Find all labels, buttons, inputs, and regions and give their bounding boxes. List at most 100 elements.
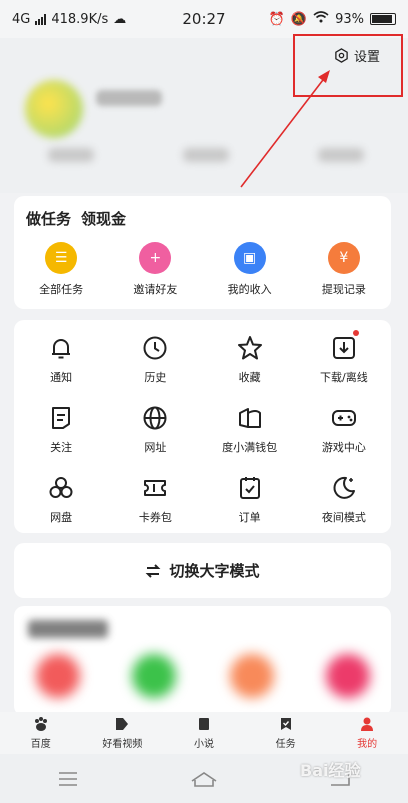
globe-icon: [143, 406, 167, 430]
tool-wallet[interactable]: 度小满钱包: [203, 404, 297, 455]
user-icon: [361, 717, 374, 731]
tool-label: 订单: [238, 511, 261, 524]
tab-novel[interactable]: 小说: [163, 712, 245, 754]
services-card: [14, 606, 391, 716]
task-badge-icon: [280, 718, 291, 730]
big-font-mode-label: 切换大字模式: [169, 562, 260, 580]
network-speed: 418.9K/s: [51, 11, 109, 27]
battery-icon: [370, 13, 396, 25]
profile-header: 设置: [0, 38, 408, 193]
new-badge: [352, 330, 359, 336]
gamepad-icon: [331, 410, 356, 426]
tab-mine[interactable]: 我的: [326, 712, 408, 754]
my-income-button[interactable]: ▣ 我的收入: [203, 242, 297, 297]
tab-label: 任务: [275, 739, 296, 750]
tab-tasks[interactable]: 任务: [245, 712, 327, 754]
tool-urls[interactable]: 网址: [108, 404, 202, 455]
cloud-disk-icon: [49, 477, 73, 498]
avatar[interactable]: [25, 80, 83, 138]
task-label: 邀请好友: [133, 283, 178, 296]
task-card-title: 做任务 领现金: [26, 208, 126, 229]
tool-favorites[interactable]: 收藏: [203, 334, 297, 385]
tool-orders[interactable]: 订单: [203, 474, 297, 525]
bottom-tab-bar: 百度 好看视频 小说 任务 我的: [0, 712, 408, 754]
menu-button[interactable]: [48, 764, 88, 794]
book-icon: [198, 718, 209, 730]
settings-button[interactable]: 设置: [334, 46, 380, 65]
tool-downloads[interactable]: 下载/离线: [297, 330, 391, 385]
task-label: 我的收入: [227, 283, 272, 296]
services-title-blurred: [28, 620, 108, 638]
purse-icon: [238, 408, 261, 428]
service-item-blurred-4[interactable]: [326, 654, 370, 698]
task-label: 全部任务: [39, 283, 84, 296]
tool-label: 历史: [144, 371, 167, 384]
download-icon: [332, 337, 355, 359]
task-label: 提现记录: [321, 283, 366, 296]
tool-game-center[interactable]: 游戏中心: [297, 404, 391, 455]
battery-percent: 93%: [335, 11, 364, 27]
wallet-icon: ▣: [233, 242, 266, 274]
ticket-icon: [144, 480, 167, 496]
video-play-icon: [116, 718, 129, 730]
home-icon: [191, 771, 217, 787]
baidu-paw-icon: [34, 717, 47, 731]
stat-blurred-3[interactable]: [318, 148, 364, 162]
service-item-blurred-1[interactable]: [36, 654, 80, 698]
tab-label: 好看视频: [102, 739, 143, 750]
status-bar: 4G 418.9K/s ☁ 20:27 ⏰ 🔕 93%: [0, 0, 408, 38]
clock-icon: [143, 336, 167, 360]
follow-icon: [52, 407, 71, 429]
tool-label: 网盘: [50, 511, 73, 524]
tool-label: 度小满钱包: [222, 441, 278, 454]
tool-cloud-disk[interactable]: 网盘: [14, 474, 108, 525]
tab-haokan-video[interactable]: 好看视频: [82, 712, 164, 754]
task-card: 做任务 领现金 ☰ 全部任务 + 邀请好友 ▣ 我的收入 ¥ 提现记录: [14, 196, 391, 309]
tool-coupons[interactable]: 卡券包: [108, 474, 202, 525]
tool-history[interactable]: 历史: [108, 334, 202, 385]
tool-label: 网址: [144, 441, 167, 454]
tool-label: 卡券包: [138, 511, 172, 524]
order-icon: [239, 477, 260, 499]
tool-label: 收藏: [238, 371, 261, 384]
menu-icon: [59, 771, 77, 786]
tool-label: 下载/离线: [320, 371, 368, 384]
invite-friend-icon: +: [139, 242, 172, 274]
withdraw-records-button[interactable]: ¥ 提现记录: [297, 242, 391, 297]
moon-icon: [333, 476, 355, 499]
home-button[interactable]: [184, 764, 224, 794]
tool-label: 夜间模式: [321, 511, 366, 524]
all-tasks-button[interactable]: ☰ 全部任务: [14, 242, 108, 297]
tab-baidu[interactable]: 百度: [0, 712, 82, 754]
tab-label: 小说: [193, 739, 214, 750]
tool-night-mode[interactable]: 夜间模式: [297, 474, 391, 525]
withdraw-icon: ¥: [327, 242, 360, 274]
task-title: 做任务: [26, 210, 72, 228]
signal-icon: [35, 13, 47, 25]
tool-label: 游戏中心: [321, 441, 366, 454]
alarm-icon: ⏰: [268, 11, 285, 27]
service-item-blurred-2[interactable]: [132, 654, 176, 698]
big-font-mode-button[interactable]: 切换大字模式: [14, 543, 391, 598]
invite-friends-button[interactable]: + 邀请好友: [108, 242, 202, 297]
settings-label: 设置: [354, 50, 381, 65]
gear-icon: [335, 48, 348, 63]
username-blurred[interactable]: [96, 90, 162, 106]
watermark: Bai经验: [300, 761, 361, 780]
tool-notifications[interactable]: 通知: [14, 334, 108, 385]
stat-blurred-1[interactable]: [48, 148, 94, 162]
tool-label: 通知: [50, 371, 73, 384]
service-item-blurred-3[interactable]: [230, 654, 274, 698]
wifi-icon: [313, 11, 329, 27]
stat-blurred-2[interactable]: [183, 148, 229, 162]
tool-follow[interactable]: 关注: [14, 404, 108, 455]
task-list-icon: ☰: [45, 242, 78, 274]
tab-label: 我的: [357, 739, 378, 750]
clock: 20:27: [182, 10, 226, 28]
network-type: 4G: [12, 11, 31, 27]
mute-icon: 🔕: [290, 11, 308, 27]
switch-arrows-icon: [146, 563, 161, 578]
star-icon: [237, 336, 262, 360]
tab-label: 百度: [30, 739, 51, 750]
tool-label: 关注: [50, 441, 73, 454]
